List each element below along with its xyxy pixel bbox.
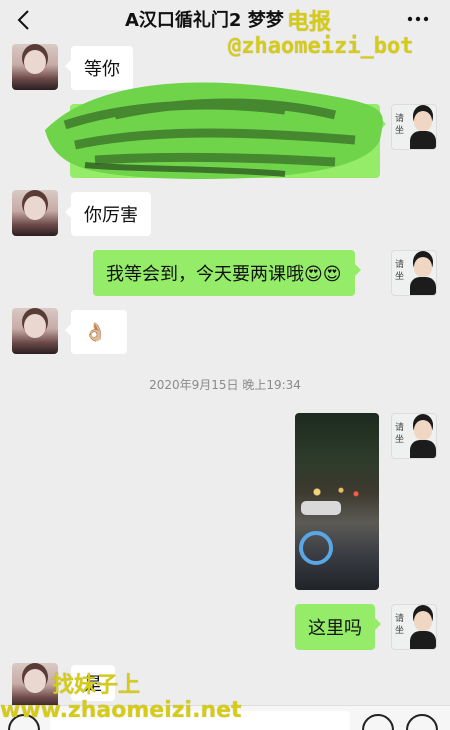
scribble-redaction xyxy=(45,82,383,180)
chat-timestamp: 2020年9月15日 晚上19:34 xyxy=(149,378,301,392)
watermark-text: www.zhaomeizi.net xyxy=(0,698,242,723)
message-text: 我等会到，今天要两课哦😍😍 xyxy=(106,264,342,285)
avatar-seal: 请坐 xyxy=(395,423,405,445)
watermark-text: @zhaomeizi_bot xyxy=(228,34,414,59)
message-bubble-incoming[interactable]: 👌🏼 xyxy=(65,310,127,354)
own-avatar[interactable]: 请坐 xyxy=(391,104,437,150)
chevron-left-icon[interactable] xyxy=(13,8,37,32)
own-avatar[interactable]: 请坐 xyxy=(391,250,437,296)
message-text: 这里吗 xyxy=(308,618,362,639)
message-bubble-outgoing[interactable]: 这里吗 xyxy=(295,604,381,650)
ellipsis-icon[interactable] xyxy=(405,8,431,30)
watermark-text: 电报 xyxy=(287,10,332,35)
bicycle-in-photo xyxy=(299,531,333,565)
contact-avatar[interactable] xyxy=(12,190,58,236)
message-text: 👌🏼 xyxy=(84,321,107,343)
contact-avatar[interactable] xyxy=(12,308,58,354)
message-text: 你厉害 xyxy=(84,205,138,226)
message-bubble-outgoing[interactable]: 我等会到，今天要两课哦😍😍 xyxy=(93,250,361,296)
own-avatar[interactable]: 请坐 xyxy=(391,604,437,650)
message-bubble-incoming[interactable]: 你厉害 xyxy=(65,192,151,236)
watermark-text: 找妹子上 xyxy=(52,673,141,698)
avatar-seal: 请坐 xyxy=(395,260,405,282)
chat-title: A汉口循礼门2 梦梦 xyxy=(125,10,284,31)
own-avatar[interactable]: 请坐 xyxy=(391,413,437,459)
avatar-seal: 请坐 xyxy=(395,114,405,136)
avatar-seal: 请坐 xyxy=(395,614,405,636)
photo-message[interactable] xyxy=(295,413,379,590)
